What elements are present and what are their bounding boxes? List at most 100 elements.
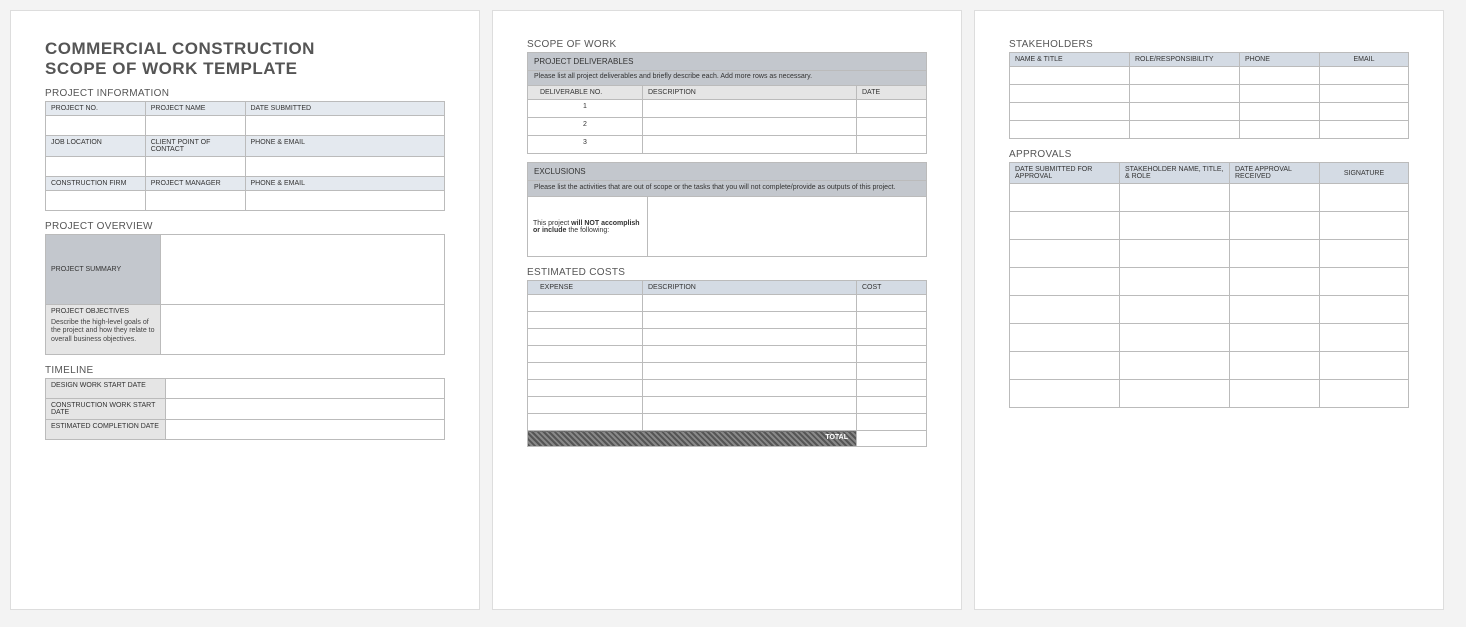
apprv-sign[interactable]	[1320, 380, 1409, 408]
deliverable-date-2[interactable]	[857, 118, 927, 136]
cost-desc[interactable]	[643, 397, 857, 414]
field-project-manager[interactable]	[145, 191, 245, 211]
cost-desc[interactable]	[643, 414, 857, 431]
apprv-sign[interactable]	[1320, 268, 1409, 296]
stake-role[interactable]	[1130, 103, 1240, 121]
apprv-stake[interactable]	[1120, 184, 1230, 212]
apprv-date-rec[interactable]	[1230, 324, 1320, 352]
apprv-date-rec[interactable]	[1230, 296, 1320, 324]
cost-desc[interactable]	[643, 329, 857, 346]
desc-project-objectives: Describe the high-level goals of the pro…	[51, 319, 155, 344]
label-project-manager: PROJECT MANAGER	[145, 177, 245, 191]
apprv-stake[interactable]	[1120, 324, 1230, 352]
apprv-date-rec[interactable]	[1230, 240, 1320, 268]
stake-name[interactable]	[1010, 67, 1130, 85]
cost-amount[interactable]	[857, 346, 927, 363]
field-construction-firm[interactable]	[46, 191, 146, 211]
apprv-date-sub[interactable]	[1010, 184, 1120, 212]
apprv-stake[interactable]	[1120, 296, 1230, 324]
apprv-date-sub[interactable]	[1010, 240, 1120, 268]
apprv-sign[interactable]	[1320, 212, 1409, 240]
apprv-sign[interactable]	[1320, 184, 1409, 212]
apprv-sign[interactable]	[1320, 324, 1409, 352]
field-phone-email-2[interactable]	[245, 191, 445, 211]
cost-amount[interactable]	[857, 329, 927, 346]
apprv-date-rec[interactable]	[1230, 268, 1320, 296]
cost-amount[interactable]	[857, 363, 927, 380]
field-job-location[interactable]	[46, 157, 146, 177]
apprv-stake[interactable]	[1120, 240, 1230, 268]
field-project-objectives[interactable]	[161, 305, 445, 355]
costs-table: EXPENSE DESCRIPTION COST TOTAL	[527, 280, 927, 447]
deliverable-date-3[interactable]	[857, 136, 927, 154]
apprv-date-sub[interactable]	[1010, 268, 1120, 296]
apprv-date-rec[interactable]	[1230, 212, 1320, 240]
field-exclusions[interactable]	[648, 197, 927, 257]
field-client-poc[interactable]	[145, 157, 245, 177]
cost-amount[interactable]	[857, 295, 927, 312]
stake-role[interactable]	[1130, 85, 1240, 103]
label-project-no: PROJECT NO.	[46, 102, 146, 116]
apprv-date-sub[interactable]	[1010, 352, 1120, 380]
stake-email[interactable]	[1320, 121, 1409, 139]
apprv-stake[interactable]	[1120, 352, 1230, 380]
stake-role[interactable]	[1130, 67, 1240, 85]
cost-amount[interactable]	[857, 380, 927, 397]
stake-phone[interactable]	[1240, 67, 1320, 85]
apprv-sign[interactable]	[1320, 352, 1409, 380]
stake-email[interactable]	[1320, 103, 1409, 121]
cost-desc[interactable]	[643, 363, 857, 380]
cost-amount[interactable]	[857, 414, 927, 431]
field-design-start[interactable]	[166, 379, 445, 399]
stake-email[interactable]	[1320, 85, 1409, 103]
apprv-date-rec[interactable]	[1230, 380, 1320, 408]
col-stake-role: ROLE/RESPONSIBILITY	[1130, 53, 1240, 67]
apprv-sign[interactable]	[1320, 240, 1409, 268]
cost-amount[interactable]	[857, 397, 927, 414]
apprv-stake[interactable]	[1120, 212, 1230, 240]
apprv-date-sub[interactable]	[1010, 324, 1120, 352]
stake-name[interactable]	[1010, 121, 1130, 139]
stake-name[interactable]	[1010, 85, 1130, 103]
stake-phone[interactable]	[1240, 103, 1320, 121]
apprv-sign[interactable]	[1320, 296, 1409, 324]
apprv-date-sub[interactable]	[1010, 296, 1120, 324]
stake-role[interactable]	[1130, 121, 1240, 139]
apprv-stake[interactable]	[1120, 268, 1230, 296]
cost-expense[interactable]	[528, 363, 643, 380]
cell-project-objectives: PROJECT OBJECTIVES Describe the high-lev…	[46, 305, 161, 355]
cost-desc[interactable]	[643, 346, 857, 363]
stake-email[interactable]	[1320, 67, 1409, 85]
apprv-date-sub[interactable]	[1010, 212, 1120, 240]
deliverable-desc-1[interactable]	[643, 100, 857, 118]
stake-phone[interactable]	[1240, 121, 1320, 139]
cost-expense[interactable]	[528, 397, 643, 414]
stake-name[interactable]	[1010, 103, 1130, 121]
field-project-no[interactable]	[46, 116, 146, 136]
cost-expense[interactable]	[528, 414, 643, 431]
apprv-date-rec[interactable]	[1230, 352, 1320, 380]
cost-desc[interactable]	[643, 380, 857, 397]
cost-expense[interactable]	[528, 295, 643, 312]
deliverable-desc-3[interactable]	[643, 136, 857, 154]
deliverable-desc-2[interactable]	[643, 118, 857, 136]
col-apprv-date-rec: DATE APPROVAL RECEIVED	[1230, 163, 1320, 184]
field-project-summary[interactable]	[161, 235, 445, 305]
apprv-date-sub[interactable]	[1010, 380, 1120, 408]
field-date-submitted[interactable]	[245, 116, 445, 136]
field-phone-email-1[interactable]	[245, 157, 445, 177]
stake-phone[interactable]	[1240, 85, 1320, 103]
deliverable-date-1[interactable]	[857, 100, 927, 118]
field-project-name[interactable]	[145, 116, 245, 136]
cost-desc[interactable]	[643, 312, 857, 329]
cost-desc[interactable]	[643, 295, 857, 312]
apprv-date-rec[interactable]	[1230, 184, 1320, 212]
field-completion[interactable]	[166, 420, 445, 440]
cost-expense[interactable]	[528, 329, 643, 346]
field-construction-start[interactable]	[166, 399, 445, 420]
cost-amount[interactable]	[857, 312, 927, 329]
apprv-stake[interactable]	[1120, 380, 1230, 408]
cost-expense[interactable]	[528, 312, 643, 329]
cost-expense[interactable]	[528, 380, 643, 397]
cost-expense[interactable]	[528, 346, 643, 363]
